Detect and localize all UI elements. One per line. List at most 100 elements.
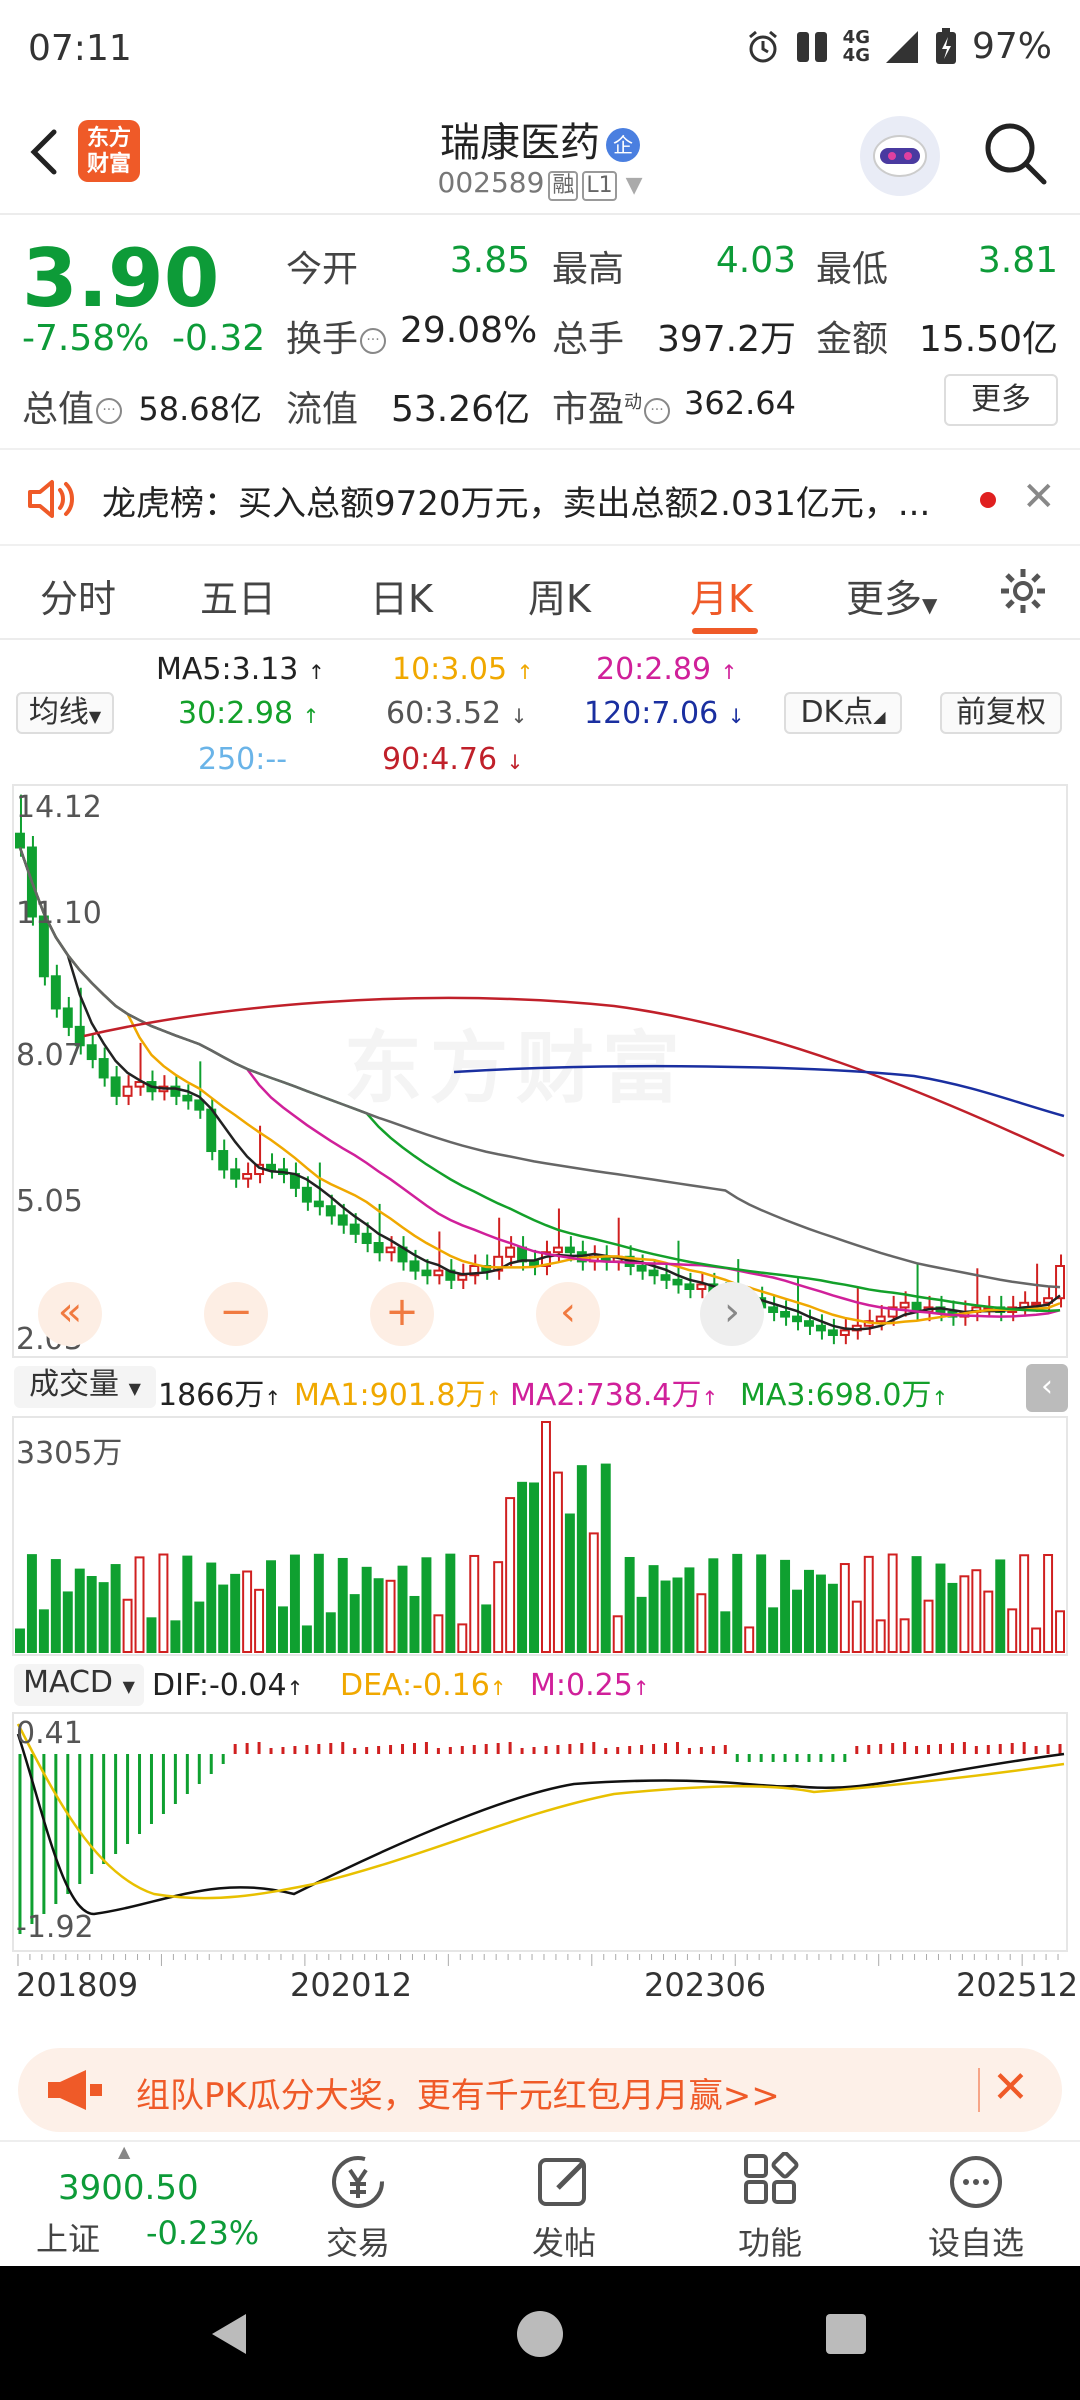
volume-bar — [612, 1615, 623, 1653]
zoom-in-button[interactable]: + — [370, 1282, 434, 1346]
dragon-tiger-notice[interactable]: 龙虎榜：买入总额9720万元，卖出总额2.031亿元，... ✕ — [0, 448, 1080, 546]
kline-candle — [337, 1214, 348, 1226]
kline-candle — [505, 1246, 516, 1258]
volume-bar — [995, 1559, 1006, 1653]
kline-candle — [230, 1168, 241, 1180]
tab-monthly-k[interactable]: 月K — [690, 568, 753, 623]
volume-bar — [122, 1598, 133, 1654]
close-banner-icon[interactable]: ✕ — [992, 2062, 1029, 2113]
nfc-icon — [796, 31, 827, 62]
volume-bar — [182, 1555, 193, 1653]
assistant-robot-icon[interactable] — [860, 116, 940, 196]
function-grid-icon[interactable] — [740, 2152, 800, 2212]
date-label-3: 202306 — [644, 1966, 767, 2004]
volume-bar — [624, 1556, 635, 1653]
tab-more[interactable]: 更多▼ — [846, 568, 937, 623]
trade-button[interactable]: 交易 — [298, 2218, 418, 2264]
battery-icon — [935, 27, 956, 64]
post-edit-icon[interactable] — [534, 2152, 594, 2212]
volume-bar — [194, 1601, 205, 1653]
nav-recents-icon[interactable] — [824, 2312, 868, 2356]
search-icon[interactable] — [980, 118, 1050, 188]
volume-bar — [50, 1559, 61, 1654]
volume-selector[interactable]: 成交量 ▼ — [14, 1366, 156, 1408]
macd-selector[interactable]: MACD ▼ — [14, 1664, 144, 1706]
more-dots-icon: ··· — [96, 398, 123, 424]
volume-max-label: 3305万 — [16, 1436, 123, 1471]
volume-bar — [827, 1583, 838, 1653]
tab-five-day[interactable]: 五日 — [200, 568, 276, 623]
level-tag: L1 — [582, 171, 617, 201]
kline-candle — [361, 1232, 372, 1245]
turnover-label: 换手 ··· — [286, 310, 387, 362]
status-time: 07:11 — [28, 28, 132, 69]
scroll-right-button[interactable]: › — [700, 1282, 764, 1346]
add-watchlist-icon[interactable] — [946, 2152, 1006, 2212]
volume-bar — [768, 1607, 779, 1653]
nav-home-icon[interactable] — [514, 2308, 566, 2360]
ma-selector[interactable]: 均线▼ — [16, 692, 114, 734]
adjust-button[interactable]: 前复权 — [940, 692, 1062, 734]
volume-bar — [15, 1628, 25, 1653]
float-label: 流值 — [286, 389, 359, 430]
tab-weekly-k[interactable]: 周K — [528, 568, 591, 623]
signal-icon — [885, 30, 918, 63]
volume-bar — [170, 1620, 181, 1653]
volume-chart[interactable]: 3305万 — [12, 1416, 1068, 1656]
more-quote-button[interactable]: 更多 — [944, 374, 1058, 426]
kline-candle — [122, 1085, 133, 1097]
volume-bar — [110, 1564, 121, 1653]
dk-point-button[interactable]: DK点◢ — [784, 692, 902, 734]
index-name: 上证 — [36, 2220, 101, 2258]
post-button[interactable]: 发帖 — [504, 2218, 624, 2264]
kline-candle — [242, 1173, 253, 1180]
y-label-4: 5.05 — [16, 1184, 83, 1219]
volume-bar — [218, 1584, 229, 1653]
ma60-legend: 60:3.52 ↓ — [386, 696, 528, 731]
close-notice-icon[interactable]: ✕ — [1022, 474, 1056, 520]
gear-icon[interactable] — [998, 566, 1048, 616]
kline-candle — [218, 1150, 229, 1171]
promo-banner[interactable]: 组队PK瓜分大奖，更有千元红包月月赢>> ✕ — [18, 2048, 1062, 2132]
scroll-left-button[interactable]: ‹ — [536, 1282, 600, 1346]
volume-bar — [62, 1591, 73, 1653]
trade-yen-icon[interactable] — [328, 2152, 388, 2212]
kline-candle — [899, 1301, 910, 1309]
tab-daily-k[interactable]: 日K — [370, 568, 433, 623]
kline-candle — [457, 1274, 468, 1281]
nav-back-icon[interactable] — [206, 2310, 254, 2358]
index-value[interactable]: 3900.50 — [58, 2168, 199, 2208]
volume-bar — [1007, 1608, 1018, 1653]
volume-bar — [815, 1574, 826, 1654]
zoom-out-button[interactable]: − — [204, 1282, 268, 1346]
scroll-start-button[interactable]: « — [38, 1282, 102, 1346]
kline-chart[interactable]: 东方财富 — [12, 784, 1068, 1358]
volume-bar — [576, 1465, 587, 1653]
volume-bar — [505, 1497, 516, 1653]
volume-bar — [98, 1582, 109, 1653]
volume-bar — [732, 1553, 743, 1653]
volume-bar — [911, 1556, 922, 1653]
kline-candle — [50, 975, 61, 1010]
volume-bar — [1019, 1554, 1030, 1653]
macd-chart[interactable]: 0.41 -1.92 — [12, 1712, 1068, 1952]
dea-line — [16, 1723, 1065, 1900]
collapse-arrow-icon[interactable]: ‹ — [1026, 1364, 1068, 1412]
kline-candle — [815, 1324, 826, 1332]
watchlist-button[interactable]: 设自选 — [916, 2218, 1036, 2264]
volume-bar — [361, 1566, 372, 1653]
volume-bar — [672, 1577, 683, 1653]
macd-svg — [16, 1723, 1065, 1934]
date-label-1: 201809 — [16, 1966, 139, 2004]
tab-intraday[interactable]: 分时 — [40, 568, 116, 623]
function-button[interactable]: 功能 — [710, 2218, 830, 2264]
volume-bar — [744, 1626, 755, 1654]
volume-bar — [325, 1612, 336, 1653]
volume-bar — [875, 1619, 886, 1653]
volume-bar — [971, 1569, 982, 1654]
volume-bar — [899, 1618, 910, 1654]
volume-bar — [684, 1567, 695, 1654]
kline-candle — [564, 1246, 575, 1254]
ma5-legend: MA5:3.13 ↑ — [156, 652, 325, 687]
kline-candle — [1031, 1301, 1042, 1306]
